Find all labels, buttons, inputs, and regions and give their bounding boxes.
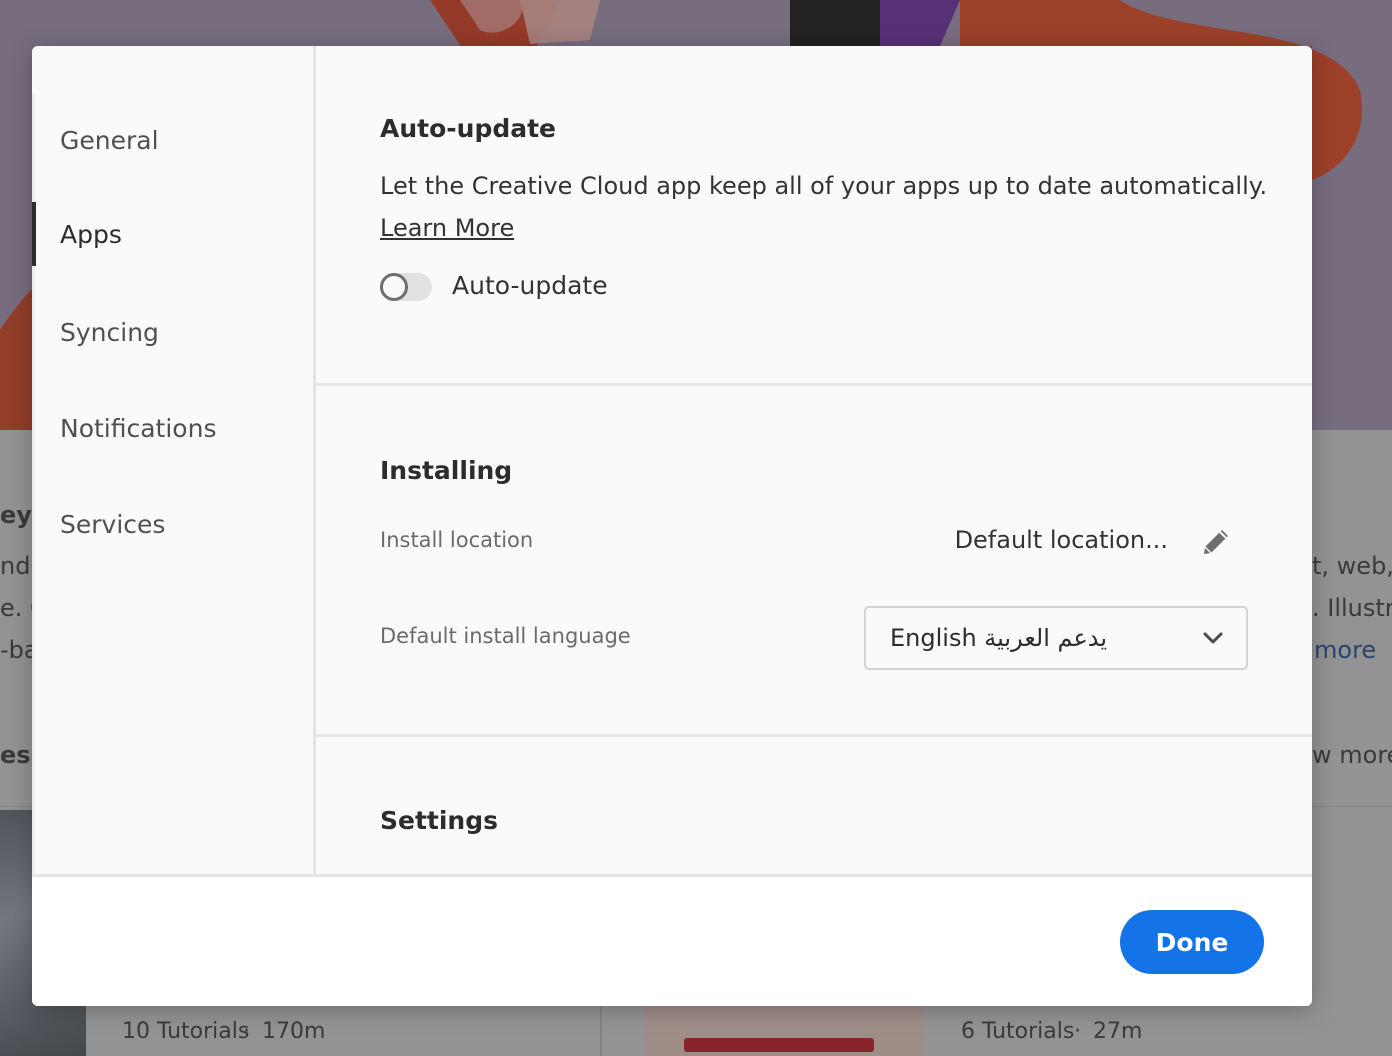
auto-update-title: Auto-update bbox=[380, 114, 557, 143]
installing-title: Installing bbox=[380, 456, 513, 485]
section-divider bbox=[316, 383, 1312, 386]
sidebar-item-notifications[interactable]: Notifications bbox=[32, 396, 313, 460]
sidebar-item-label: General bbox=[60, 125, 159, 155]
sidebar-item-label: Services bbox=[60, 509, 166, 539]
install-location-label: Install location bbox=[380, 528, 534, 552]
pencil-icon[interactable] bbox=[1198, 524, 1234, 560]
auto-update-toggle-label[interactable]: Auto-update bbox=[452, 271, 608, 300]
done-button[interactable]: Done bbox=[1120, 910, 1264, 974]
learn-more-link[interactable]: Learn More bbox=[380, 214, 514, 242]
chevron-down-icon bbox=[1203, 632, 1223, 644]
sidebar-item-syncing[interactable]: Syncing bbox=[32, 300, 313, 364]
auto-update-description: Let the Creative Cloud app keep all of y… bbox=[380, 172, 1268, 200]
preferences-sidebar: General Apps Syncing Notifications Servi… bbox=[32, 46, 313, 874]
default-language-select[interactable]: English يدعم العربية bbox=[864, 606, 1248, 670]
sidebar-item-services[interactable]: Services bbox=[32, 492, 313, 556]
sidebar-item-label: Notifications bbox=[60, 413, 217, 443]
sidebar-item-label: Syncing bbox=[60, 317, 159, 347]
sidebar-item-label: Apps bbox=[60, 219, 122, 249]
default-language-label: Default install language bbox=[380, 624, 631, 648]
preferences-dialog: General Apps Syncing Notifications Servi… bbox=[32, 46, 1312, 1006]
section-divider bbox=[316, 734, 1312, 737]
install-location-value: Default location... bbox=[954, 526, 1168, 554]
sidebar-item-apps[interactable]: Apps bbox=[32, 202, 313, 266]
settings-title: Settings bbox=[380, 806, 499, 835]
default-language-value: English يدعم العربية bbox=[890, 624, 1108, 652]
toggle-knob bbox=[380, 273, 408, 301]
auto-update-toggle[interactable] bbox=[380, 273, 432, 301]
sidebar-item-general[interactable]: General bbox=[32, 108, 313, 172]
apps-settings-panel[interactable]: Auto-update Let the Creative Cloud app k… bbox=[316, 46, 1312, 874]
